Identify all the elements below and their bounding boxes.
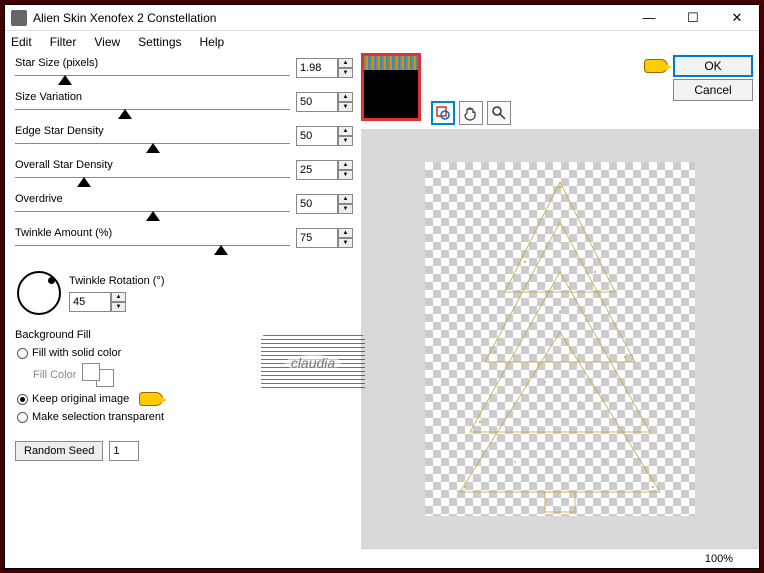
- slider-edge-density: Edge Star Density ▲▼: [15, 125, 353, 159]
- menu-edit[interactable]: Edit: [11, 35, 32, 49]
- spin-up[interactable]: ▲: [338, 228, 353, 238]
- slider-label: Overdrive: [15, 193, 290, 205]
- ok-label: OK: [704, 59, 721, 73]
- minimize-button[interactable]: —: [627, 5, 671, 30]
- preview-area[interactable]: [361, 129, 759, 548]
- rotation-label: Twinkle Rotation (°): [69, 275, 165, 287]
- zoom-level: 100%: [705, 553, 733, 565]
- radio-icon: [17, 394, 28, 405]
- radio-label: Keep original image: [32, 393, 129, 405]
- slider-thumb[interactable]: [214, 245, 228, 255]
- slider-label: Edge Star Density: [15, 125, 290, 137]
- close-button[interactable]: ✕: [715, 5, 759, 30]
- slider-thumb[interactable]: [58, 75, 72, 85]
- background-fill-group: Background Fill Fill with solid color Fi…: [15, 329, 353, 427]
- spin-up[interactable]: ▲: [111, 292, 126, 302]
- radio-icon: [17, 412, 28, 423]
- spin-down[interactable]: ▼: [338, 68, 353, 78]
- window-title: Alien Skin Xenofex 2 Constellation: [33, 11, 627, 25]
- slider-label: Overall Star Density: [15, 159, 290, 171]
- hand-icon[interactable]: [459, 101, 483, 125]
- slider-track[interactable]: [15, 177, 290, 189]
- spin-down[interactable]: ▼: [338, 170, 353, 180]
- menu-settings[interactable]: Settings: [138, 35, 181, 49]
- color-swatch[interactable]: [82, 363, 120, 387]
- bgfill-header: Background Fill: [15, 329, 353, 341]
- edge-density-input[interactable]: [296, 126, 338, 146]
- slider-thumb[interactable]: [118, 109, 132, 119]
- star-size-input[interactable]: [296, 58, 338, 78]
- overdrive-input[interactable]: [296, 194, 338, 214]
- spin-down[interactable]: ▼: [338, 204, 353, 214]
- spin-down[interactable]: ▼: [338, 136, 353, 146]
- slider-track[interactable]: [15, 75, 290, 87]
- menu-view[interactable]: View: [94, 35, 120, 49]
- slider-overdrive: Overdrive ▲▼: [15, 193, 353, 227]
- rotation-dial[interactable]: [17, 271, 61, 315]
- cancel-label: Cancel: [694, 83, 731, 97]
- maximize-button[interactable]: ☐: [671, 5, 715, 30]
- constellation-preview-icon: [425, 162, 695, 516]
- overall-density-input[interactable]: [296, 160, 338, 180]
- titlebar: Alien Skin Xenofex 2 Constellation — ☐ ✕: [5, 5, 759, 31]
- layer-thumbnail[interactable]: [361, 53, 421, 121]
- random-seed-button[interactable]: Random Seed: [15, 441, 103, 461]
- radio-icon: [17, 348, 28, 359]
- radio-label: Fill with solid color: [32, 347, 121, 359]
- slider-track[interactable]: [15, 109, 290, 121]
- spin-up[interactable]: ▲: [338, 126, 353, 136]
- spin-down[interactable]: ▼: [338, 238, 353, 248]
- spin-down[interactable]: ▼: [338, 102, 353, 112]
- zoom-fit-icon[interactable]: [431, 101, 455, 125]
- spin-down[interactable]: ▼: [111, 302, 126, 312]
- ok-button[interactable]: OK: [673, 55, 753, 77]
- slider-thumb[interactable]: [77, 177, 91, 187]
- size-variation-input[interactable]: [296, 92, 338, 112]
- hand-pointer-icon: [644, 59, 668, 73]
- slider-track[interactable]: [15, 143, 290, 155]
- rotation-input[interactable]: [69, 292, 111, 312]
- spin-up[interactable]: ▲: [338, 92, 353, 102]
- cancel-button[interactable]: Cancel: [673, 79, 753, 101]
- slider-track[interactable]: [15, 211, 290, 223]
- menu-help[interactable]: Help: [200, 35, 225, 49]
- radio-label: Make selection transparent: [32, 411, 164, 423]
- slider-track[interactable]: [15, 245, 290, 257]
- hand-pointer-icon: [139, 392, 163, 406]
- menubar: Edit Filter View Settings Help: [5, 31, 759, 53]
- radio-keep-original[interactable]: Keep original image: [17, 391, 353, 407]
- controls-panel: Star Size (pixels) ▲▼ Size Variation ▲▼ …: [5, 53, 361, 568]
- twinkle-amount-input[interactable]: [296, 228, 338, 248]
- spin-up[interactable]: ▲: [338, 194, 353, 204]
- zoom-icon[interactable]: [487, 101, 511, 125]
- slider-thumb[interactable]: [146, 143, 160, 153]
- slider-size-variation: Size Variation ▲▼: [15, 91, 353, 125]
- random-seed-row: Random Seed: [15, 441, 353, 461]
- slider-star-size: Star Size (pixels) ▲▼: [15, 57, 353, 91]
- random-seed-input[interactable]: [109, 441, 139, 461]
- slider-thumb[interactable]: [146, 211, 160, 221]
- slider-overall-density: Overall Star Density ▲▼: [15, 159, 353, 193]
- statusbar: 100%: [361, 548, 759, 568]
- spin-up[interactable]: ▲: [338, 160, 353, 170]
- slider-label: Twinkle Amount (%): [15, 227, 290, 239]
- radio-fill-solid[interactable]: Fill with solid color: [17, 345, 353, 361]
- twinkle-rotation-group: Twinkle Rotation (°) ▲▼: [15, 267, 353, 319]
- slider-twinkle-amount: Twinkle Amount (%) ▲▼: [15, 227, 353, 261]
- preview-canvas: [425, 162, 695, 516]
- radio-make-transparent[interactable]: Make selection transparent: [17, 409, 353, 425]
- menu-filter[interactable]: Filter: [50, 35, 77, 49]
- spin-up[interactable]: ▲: [338, 58, 353, 68]
- fill-color-label: Fill Color: [33, 369, 76, 381]
- fill-color-row: Fill Color: [33, 363, 353, 387]
- slider-label: Size Variation: [15, 91, 290, 103]
- slider-label: Star Size (pixels): [15, 57, 290, 69]
- app-icon: [11, 10, 27, 26]
